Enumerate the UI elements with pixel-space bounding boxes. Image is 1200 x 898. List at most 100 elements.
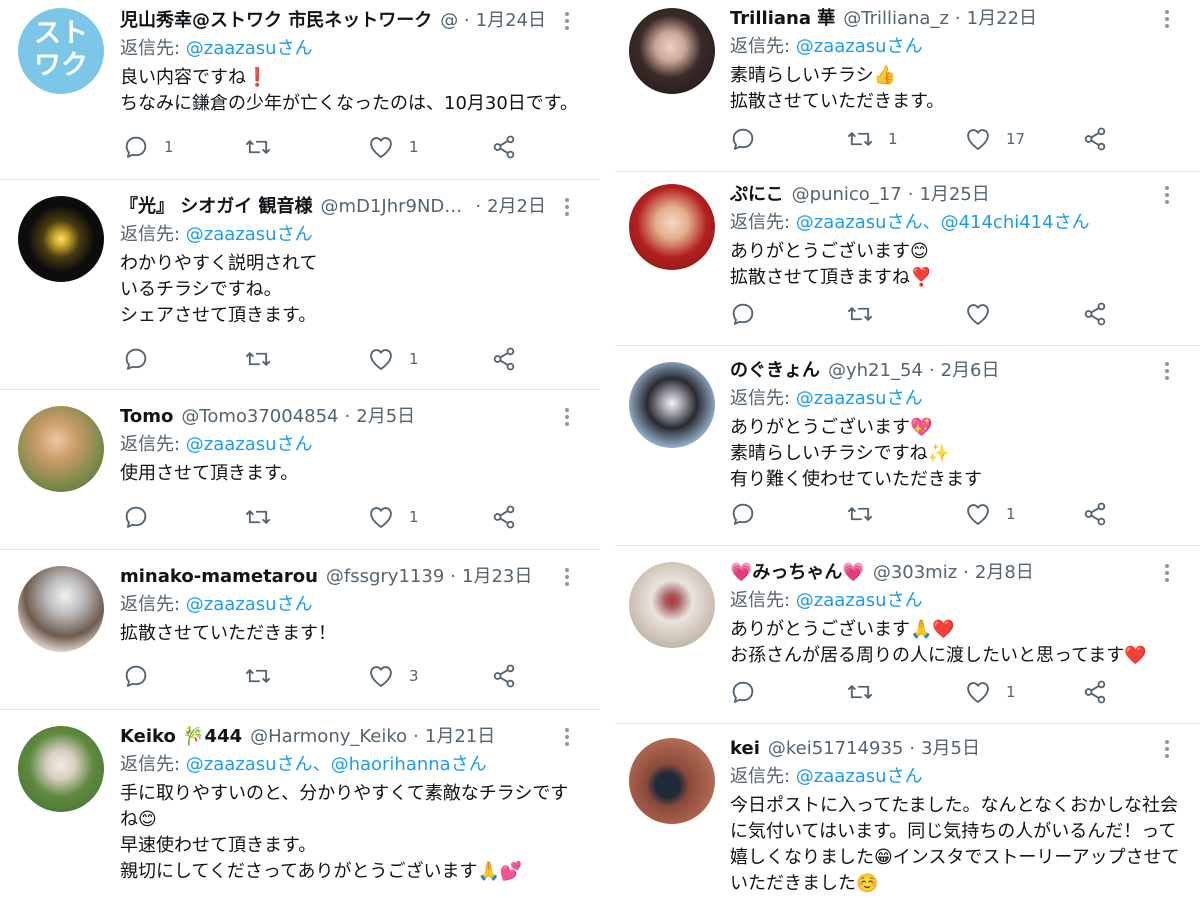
more-options-icon[interactable] [1154,558,1180,588]
share-button[interactable] [490,131,518,163]
reply-mention-link[interactable]: @zaazasuさん [186,594,313,615]
reply-button[interactable] [729,676,771,708]
avatar[interactable]: ストワク [18,8,104,94]
reply-button[interactable] [729,123,771,155]
reply-mention-link[interactable]: @zaazasuさん [796,766,923,787]
reply-mention-link[interactable]: @zaazasuさん [796,36,923,57]
tweet-date[interactable]: 2月6日 [941,356,1000,386]
user-handle[interactable]: @kei51714935 [768,734,903,764]
avatar[interactable] [629,8,715,94]
more-options-icon[interactable] [1154,4,1180,34]
reply-mention-link[interactable]: @zaazasuさん [796,590,923,611]
retweet-button[interactable] [244,131,286,163]
like-button[interactable]: 17 [964,123,1025,155]
more-options-icon[interactable] [1154,356,1180,386]
tweet-date[interactable]: 1月21日 [425,722,495,752]
reply-button[interactable] [122,660,164,692]
display-name[interactable]: kei [730,734,760,764]
user-handle[interactable]: @fssgry1139 [326,562,444,592]
user-handle[interactable]: @yh21_54 [828,356,923,386]
share-button[interactable] [1081,676,1109,708]
display-name[interactable]: Tomo [120,402,173,432]
display-name[interactable]: のぐきょん [730,356,820,386]
tweet-date[interactable]: 2月2日 [487,192,546,222]
tweet[interactable]: ストワク 児山秀幸@ストワク 市民ネットワーク @... · 1月24日 返信先… [0,0,600,180]
reply-button[interactable] [122,501,164,533]
like-button[interactable]: 1 [367,343,419,375]
like-button[interactable]: 1 [964,676,1016,708]
tweet[interactable]: 💗みっちゃん💗 @303miz · 2月8日 返信先: @zaazasuさん あ… [615,546,1200,724]
retweet-button[interactable] [244,501,286,533]
retweet-button[interactable] [846,676,888,708]
reply-button[interactable] [122,343,164,375]
user-handle[interactable]: @Tomo37004854 [181,402,338,432]
avatar[interactable] [629,738,715,824]
share-button[interactable] [490,660,518,692]
tweet-date[interactable]: 2月8日 [975,558,1034,588]
tweet[interactable]: のぐきょん @yh21_54 · 2月6日 返信先: @zaazasuさん あり… [615,346,1200,546]
user-handle[interactable]: @... [440,6,458,36]
retweet-button[interactable] [846,298,888,330]
tweet[interactable]: Keiko 🎋444 @Harmony_Keiko · 1月21日 返信先: @… [0,710,600,898]
more-options-icon[interactable] [554,192,580,222]
reply-button[interactable]: 1 [122,131,174,163]
like-button[interactable] [964,298,1006,330]
display-name[interactable]: Trilliana 華 [730,4,835,34]
display-name[interactable]: 『光』 シオガイ 観音様 [120,192,313,222]
display-name[interactable]: minako-mametarou [120,562,318,592]
avatar[interactable] [629,562,715,648]
tweet[interactable]: Tomo @Tomo37004854 · 2月5日 返信先: @zaazasuさ… [0,390,600,550]
reply-mention-link[interactable]: @zaazasuさん、@414chi414さん [796,212,1090,233]
user-handle[interactable]: @Harmony_Keiko [250,722,407,752]
more-options-icon[interactable] [554,562,580,592]
reply-button[interactable] [729,298,771,330]
retweet-button[interactable]: 1 [846,123,898,155]
retweet-button[interactable] [846,498,888,530]
more-options-icon[interactable] [554,722,580,752]
retweet-button[interactable] [244,660,286,692]
share-button[interactable] [490,343,518,375]
reply-button[interactable] [729,498,771,530]
avatar[interactable] [18,406,104,492]
display-name[interactable]: ぷにこ [730,180,784,210]
user-handle[interactable]: @mD1Jhr9NDz0T... [321,192,470,222]
display-name[interactable]: Keiko 🎋444 [120,722,242,752]
reply-mention-link[interactable]: @zaazasuさん [796,388,923,409]
share-button[interactable] [490,501,518,533]
reply-mention-link[interactable]: @zaazasuさん [186,434,313,455]
user-handle[interactable]: @Trilliana_z [843,4,949,34]
display-name[interactable]: 💗みっちゃん💗 [730,558,865,588]
tweet[interactable]: kei @kei51714935 · 3月5日 返信先: @zaazasuさん … [615,724,1200,898]
user-handle[interactable]: @punico_17 [792,180,902,210]
more-options-icon[interactable] [1154,180,1180,210]
tweet-date[interactable]: 1月25日 [919,180,989,210]
more-options-icon[interactable] [554,6,580,36]
like-button[interactable]: 1 [367,501,419,533]
tweet[interactable]: Trilliana 華 @Trilliana_z · 1月22日 返信先: @z… [615,0,1200,172]
share-button[interactable] [1081,498,1109,530]
user-handle[interactable]: @303miz [873,558,957,588]
share-button[interactable] [1081,298,1109,330]
avatar[interactable] [18,726,104,812]
like-button[interactable]: 3 [367,660,419,692]
tweet-date[interactable]: 1月23日 [462,562,532,592]
retweet-button[interactable] [244,343,286,375]
tweet-date[interactable]: 1月24日 [476,6,546,36]
tweet-date[interactable]: 2月5日 [356,402,415,432]
avatar[interactable] [629,184,715,270]
more-options-icon[interactable] [554,402,580,432]
avatar[interactable] [629,362,715,448]
like-button[interactable]: 1 [367,131,419,163]
like-button[interactable]: 1 [964,498,1016,530]
tweet-date[interactable]: 3月5日 [921,734,980,764]
more-options-icon[interactable] [1154,734,1180,764]
tweet[interactable]: ぷにこ @punico_17 · 1月25日 返信先: @zaazasuさん、@… [615,172,1200,346]
tweet[interactable]: 『光』 シオガイ 観音様 @mD1Jhr9NDz0T... · 2月2日 返信先… [0,180,600,390]
reply-mention-link[interactable]: @zaazasuさん [186,38,313,59]
share-button[interactable] [1081,123,1109,155]
avatar[interactable] [18,196,104,282]
reply-mention-link[interactable]: @zaazasuさん、@haorihannaさん [186,754,487,775]
reply-mention-link[interactable]: @zaazasuさん [186,224,313,245]
tweet-date[interactable]: 1月22日 [967,4,1037,34]
avatar[interactable] [18,566,104,652]
